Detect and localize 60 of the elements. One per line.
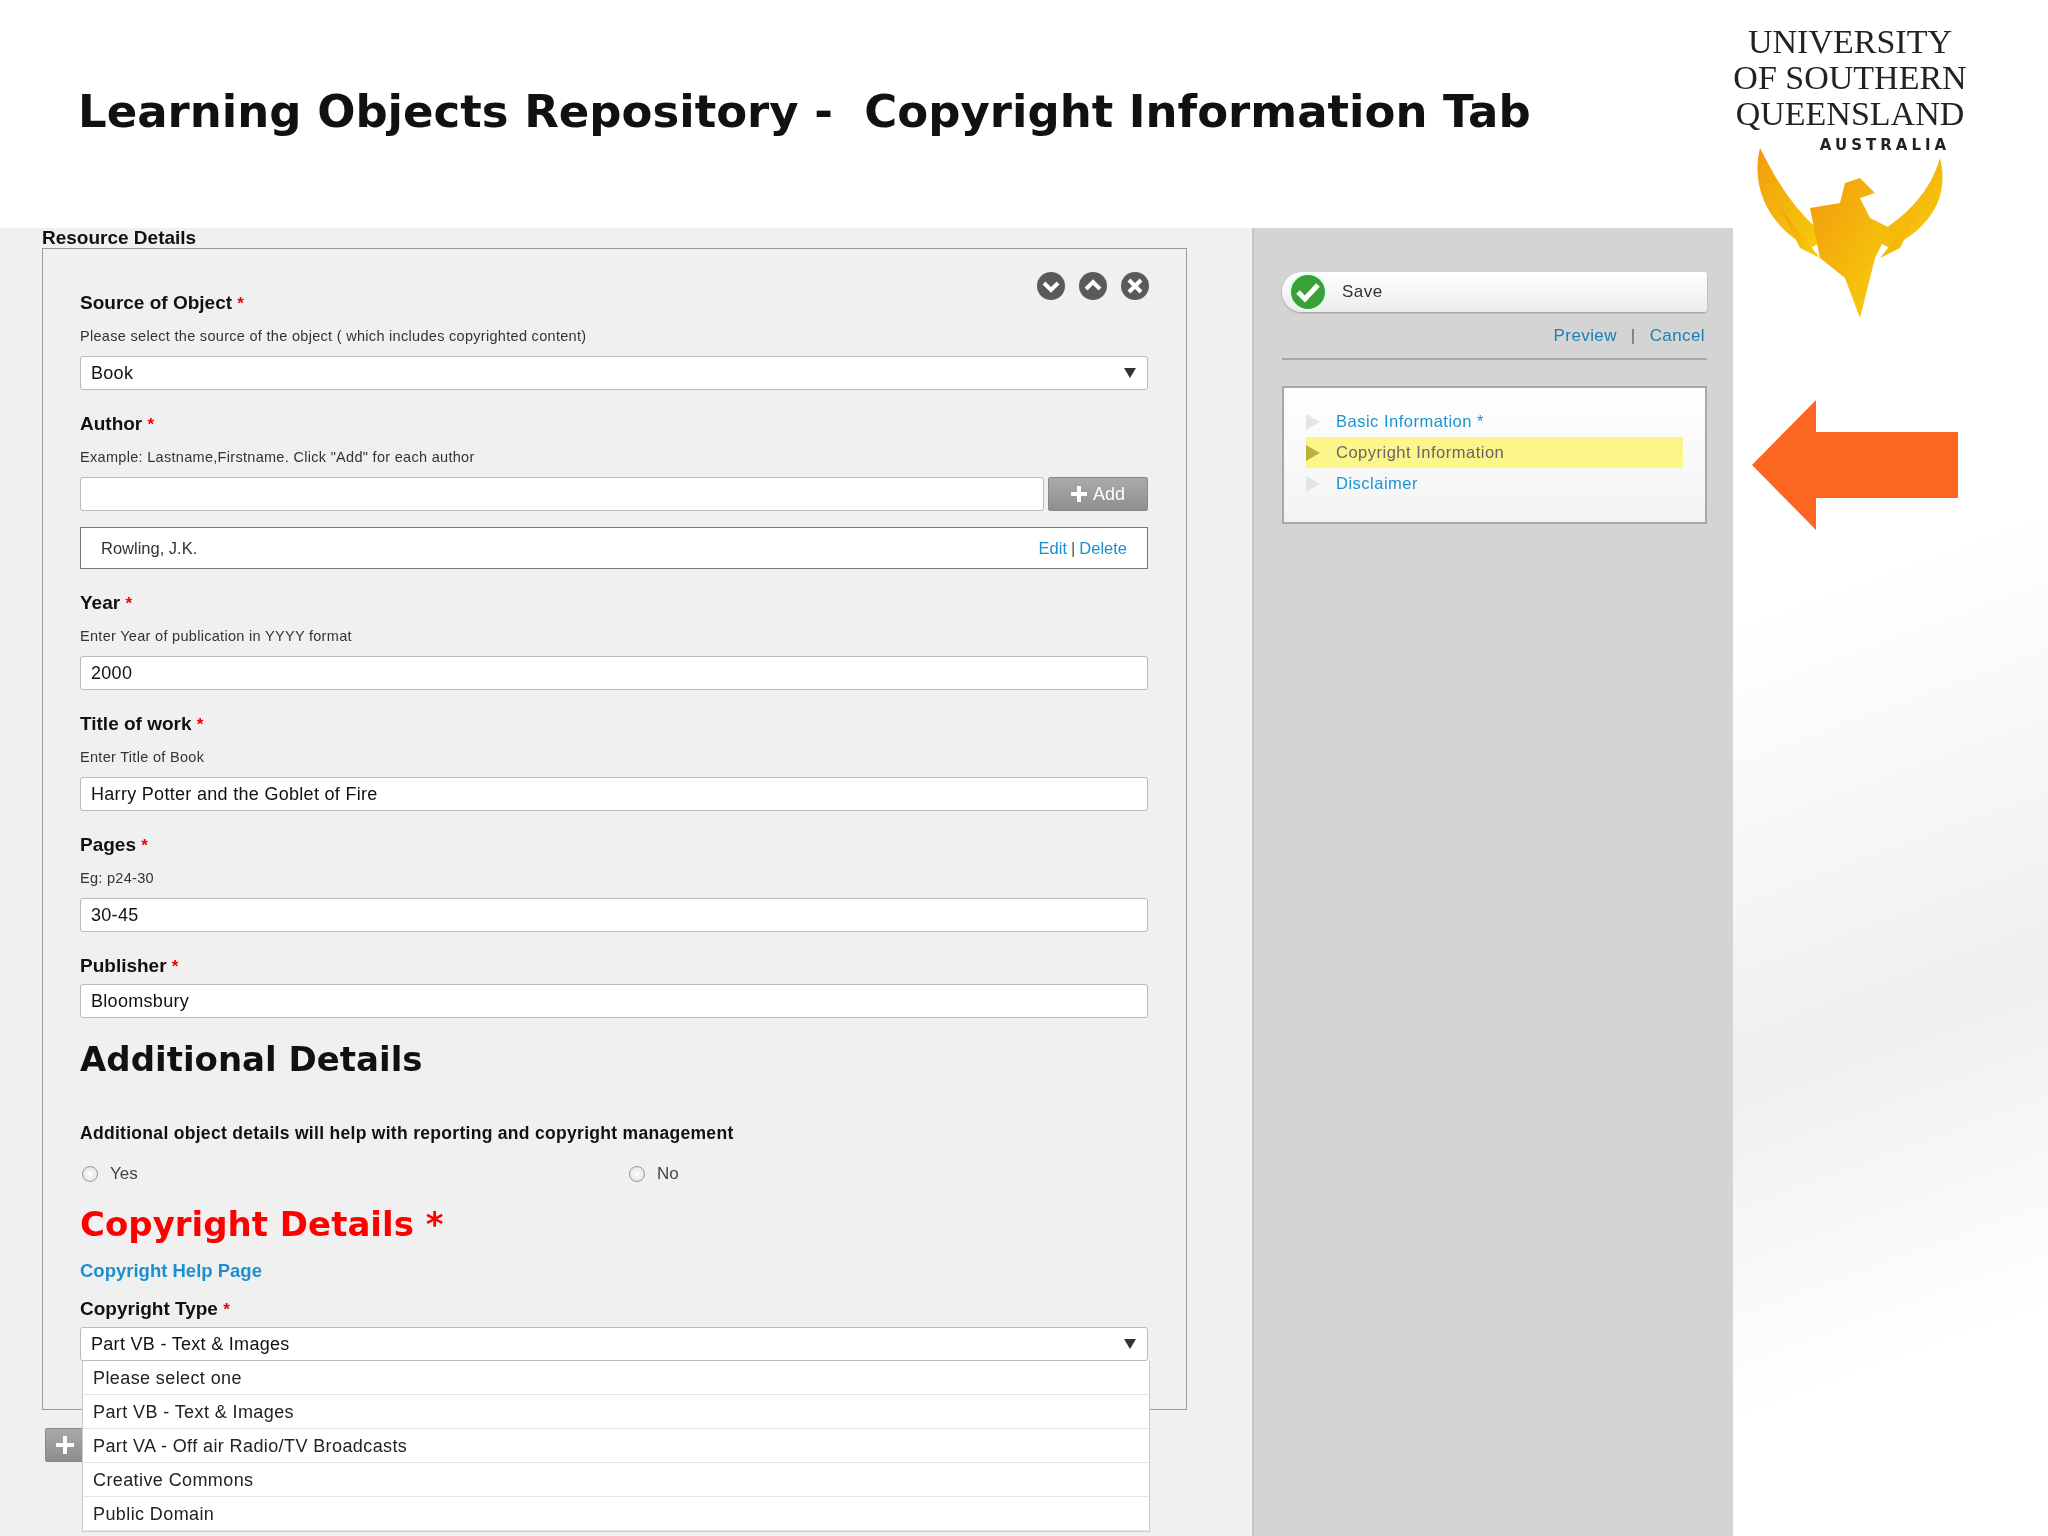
text-field[interactable]: 30-45 (80, 898, 1148, 932)
radio-label: Yes (110, 1164, 138, 1184)
required-mark: * (141, 836, 148, 855)
dropdown-field[interactable]: Part VB - Text & Images (80, 1327, 1148, 1361)
field-label: Title of work (80, 713, 192, 734)
text-field[interactable]: Harry Potter and the Goblet of Fire (80, 777, 1148, 811)
save-button[interactable]: Save (1282, 272, 1707, 312)
text-field[interactable] (80, 477, 1044, 511)
dropdown-option[interactable]: Part VB - Text & Images (83, 1395, 1149, 1429)
required-mark: * (196, 715, 204, 734)
dropdown-field[interactable]: Book (80, 356, 1148, 390)
chevron-down-icon[interactable] (1036, 271, 1066, 301)
radio-label: No (657, 1164, 679, 1184)
dropdown-option[interactable]: Please select one (83, 1361, 1149, 1395)
triangle-icon (1306, 444, 1320, 461)
required-mark: * (425, 1204, 444, 1244)
dropdown-option[interactable]: Creative Commons (83, 1463, 1149, 1497)
field-label: Publisher (80, 955, 167, 976)
radio-button[interactable] (629, 1166, 645, 1182)
author-name: Rowling, J.K. (101, 538, 198, 558)
close-icon[interactable] (1120, 271, 1150, 301)
section-heading: Copyright Details (80, 1204, 414, 1244)
section-heading: Resource Details (41, 228, 198, 248)
field-hint: Enter Title of Book (80, 748, 206, 766)
plus-icon (1071, 486, 1087, 502)
chevron-up-icon[interactable] (1078, 271, 1108, 301)
required-mark: * (171, 957, 179, 976)
section-heading: Additional Details (80, 1039, 424, 1079)
field-label: Author (80, 413, 143, 434)
edit-link[interactable]: Edit (1038, 538, 1067, 558)
link-separator: | (1630, 326, 1636, 346)
required-mark: * (125, 594, 133, 613)
dropdown-option[interactable]: Part VA - Off air Radio/TV Broadcasts (83, 1429, 1149, 1463)
check-icon (1288, 272, 1328, 312)
field-label: Pages (80, 834, 136, 855)
field-hint: Please select the source of the object ( which includes copyrighted content) (80, 327, 588, 345)
field-hint: Enter Year of publication in YYYY format (80, 627, 353, 645)
text-field[interactable]: 2000 (80, 656, 1148, 690)
dropdown-option[interactable]: Public Domain (83, 1497, 1149, 1531)
caret-icon (1123, 367, 1137, 379)
text-field[interactable]: Bloomsbury (80, 984, 1148, 1018)
triangle-icon (1306, 413, 1320, 430)
required-mark: * (237, 294, 244, 313)
field-label: Source of Object (80, 292, 233, 313)
required-mark: * (147, 415, 155, 434)
nav-item[interactable]: Copyright Information (1306, 437, 1683, 468)
required-mark: * (223, 1300, 230, 1319)
add-button[interactable] (45, 1428, 85, 1462)
field-label: Copyright Type (80, 1298, 218, 1319)
field-label: Year (80, 592, 121, 613)
link-separator: | (1071, 538, 1076, 558)
caret-icon (1123, 1338, 1137, 1350)
plus-icon (56, 1436, 74, 1454)
logo-wordmark: UNIVERSITY OF SOUTHERN QUEENSLAND AUSTRALIA (1732, 24, 1968, 154)
delete-link[interactable]: Delete (1079, 538, 1127, 558)
slide-title: Learning Objects Repository - Copyright Information Tab (78, 84, 1531, 140)
radio-button[interactable] (82, 1166, 98, 1182)
field-hint: Example: Lastname,Firstname. Click "Add" for each author (80, 448, 476, 466)
field-hint: Eg: p24-30 (80, 869, 155, 887)
question-text: Additional object details will help with reporting and copyright management (80, 1123, 735, 1144)
